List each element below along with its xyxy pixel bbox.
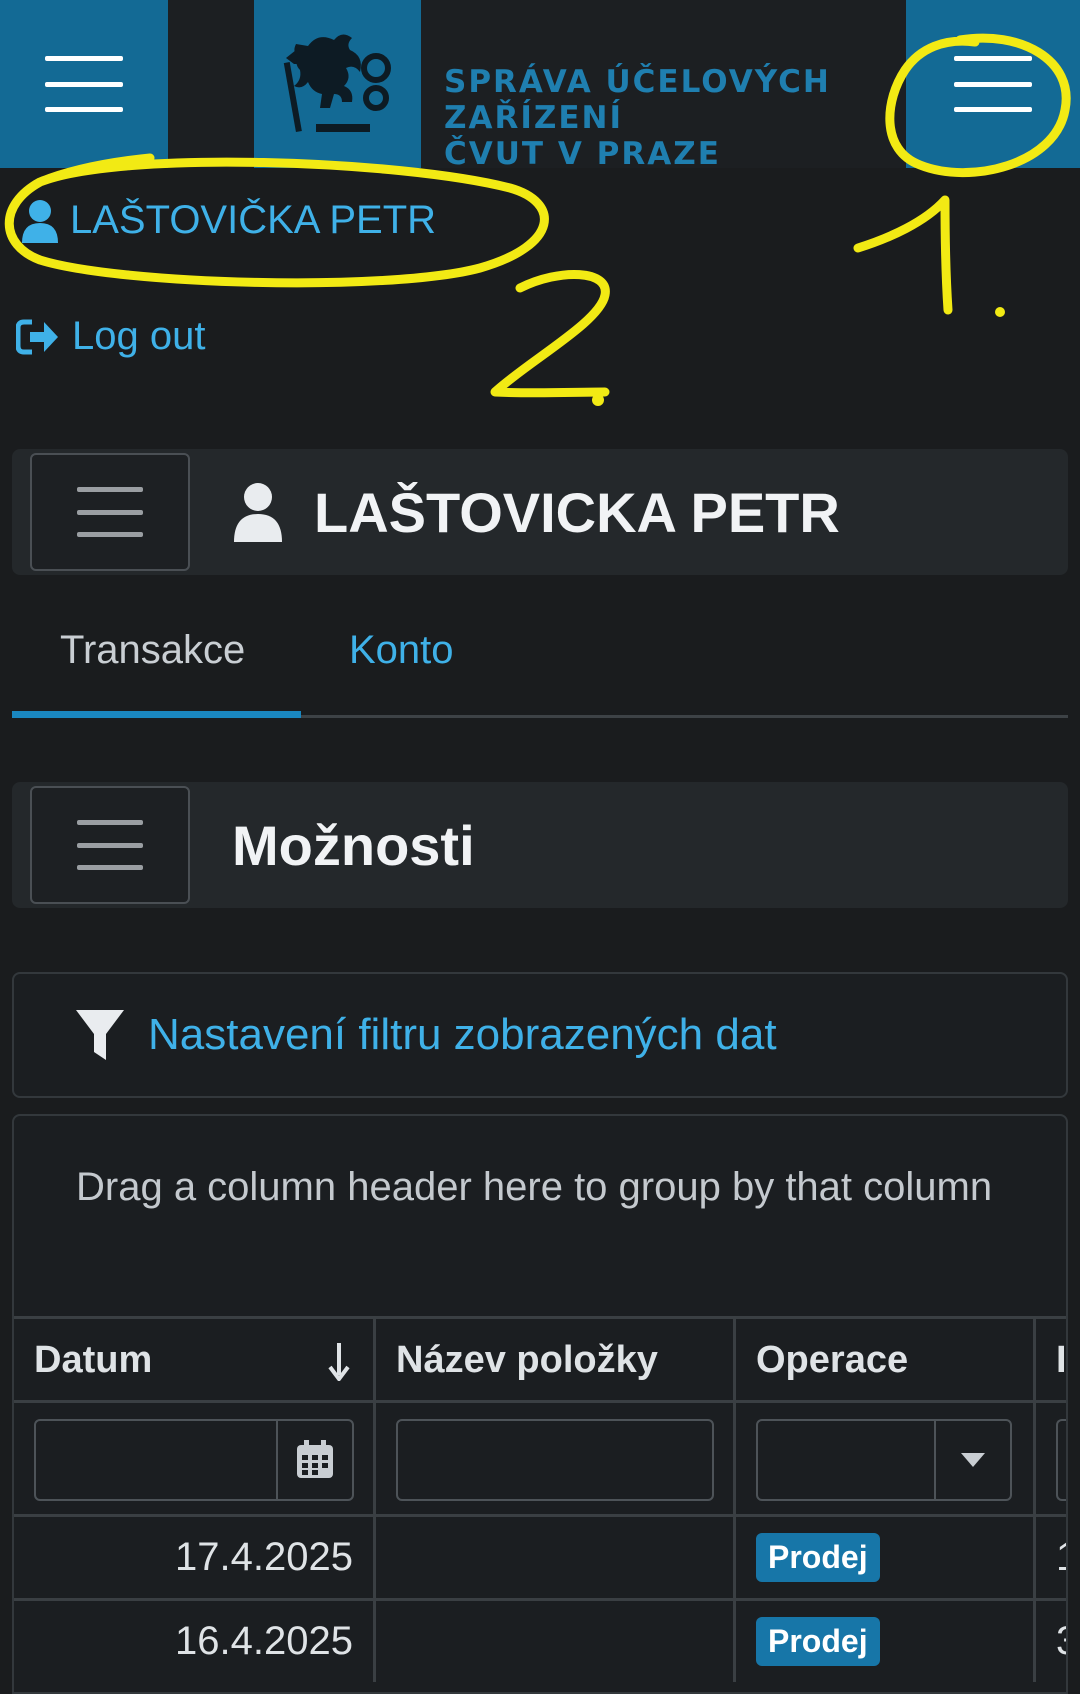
annotation-numeral-2 — [490, 269, 610, 398]
column-header-label: Operace — [756, 1339, 909, 1381]
options-panel-toggle[interactable] — [30, 786, 190, 904]
options-panel-title: Možnosti — [232, 782, 475, 908]
hamburger-icon — [77, 820, 143, 870]
logo-line-1: SPRÁVA ÚČELOVÝCH — [444, 64, 831, 100]
filter-label: Nastavení filtru zobrazených dat — [148, 1010, 777, 1059]
date-filter-input[interactable] — [34, 1419, 354, 1501]
calendar-icon — [297, 1440, 333, 1478]
filter-settings-box: Nastavení filtru zobrazených dat — [12, 972, 1068, 1098]
cell-item — [376, 1601, 736, 1682]
column-header-label: Datum — [34, 1339, 153, 1381]
lion-emblem-icon — [283, 34, 391, 133]
annotation-numeral-1 — [853, 195, 953, 315]
cell-cut: 3 — [1036, 1601, 1066, 1682]
profile-panel-toggle[interactable] — [30, 453, 190, 571]
hamburger-icon — [954, 56, 1032, 112]
right-menu-button[interactable] — [906, 0, 1080, 168]
logout-label: Log out — [72, 314, 206, 358]
hamburger-icon — [77, 487, 143, 537]
cell-date: 16.4.2025 — [14, 1601, 376, 1682]
university-logo[interactable] — [254, 0, 421, 168]
sign-out-icon — [16, 319, 58, 354]
column-header-nazev[interactable]: Název položky — [376, 1319, 736, 1400]
cut-filter-input[interactable] — [1056, 1419, 1066, 1501]
operation-filter-select[interactable] — [756, 1419, 1012, 1501]
cell-date: 17.4.2025 — [14, 1517, 376, 1598]
column-header-cut[interactable]: I — [1036, 1319, 1067, 1400]
calendar-button[interactable] — [276, 1421, 352, 1499]
filter-row — [14, 1400, 1066, 1514]
options-panel: Možnosti — [12, 782, 1068, 908]
cell-operation: Prodej — [736, 1517, 1036, 1598]
logout-link[interactable]: Log out — [16, 314, 205, 359]
active-tab-indicator — [12, 711, 301, 718]
filter-icon — [76, 1010, 124, 1060]
row-cut-value: 3 — [1056, 1619, 1066, 1664]
user-icon — [234, 483, 282, 542]
filter-cell-operace — [736, 1403, 1036, 1514]
top-header: SPRÁVA ÚČELOVÝCH ZAŘÍZENÍ ČVUT V PRAZE — [0, 0, 1080, 172]
operation-badge: Prodej — [756, 1533, 880, 1582]
header-row: Datum Název položky Operace I — [14, 1316, 1067, 1400]
tab-bar: Transakce Konto — [12, 600, 1068, 718]
annotation-dot-1 — [995, 307, 1005, 317]
user-name: LAŠTOVIČKA PETR — [70, 198, 437, 242]
logo-line-3: ČVUT V PRAZE — [444, 136, 721, 172]
cell-cut: 1 — [1036, 1517, 1066, 1598]
column-header-label: I — [1056, 1339, 1067, 1381]
filter-cell-datum — [14, 1403, 376, 1514]
logo-text[interactable]: SPRÁVA ÚČELOVÝCH ZAŘÍZENÍ ČVUT V PRAZE — [444, 64, 831, 172]
filter-settings-link[interactable]: Nastavení filtru zobrazených dat — [74, 974, 777, 1096]
sort-descending-icon[interactable] — [327, 1341, 351, 1381]
operation-badge: Prodej — [756, 1617, 880, 1666]
left-menu-button[interactable] — [0, 0, 168, 168]
profile-panel: LAŠTOVICKA PETR — [12, 449, 1068, 575]
row-date: 16.4.2025 — [175, 1619, 353, 1663]
row-cut-value: 1 — [1056, 1535, 1066, 1580]
table-row[interactable]: 17.4.2025 Prodej 1 — [14, 1514, 1066, 1598]
column-header-operace[interactable]: Operace — [736, 1319, 1036, 1400]
row-date: 17.4.2025 — [175, 1535, 353, 1579]
annotation-dot-2 — [592, 394, 604, 406]
profile-name: LAŠTOVICKA PETR — [314, 480, 840, 544]
filter-cell-nazev — [376, 1403, 736, 1514]
group-by-panel[interactable]: Drag a column header here to group by th… — [14, 1116, 1066, 1316]
item-name-filter-input[interactable] — [396, 1419, 714, 1501]
user-profile-link[interactable]: LAŠTOVIČKA PETR — [20, 198, 436, 243]
column-header-datum[interactable]: Datum — [14, 1319, 376, 1400]
options-title: Možnosti — [232, 813, 475, 877]
logo-line-2: ZAŘÍZENÍ — [444, 100, 624, 136]
cell-item — [376, 1517, 736, 1598]
user-icon — [22, 199, 58, 243]
table-row[interactable]: 16.4.2025 Prodej 3 — [14, 1598, 1066, 1682]
tab-konto[interactable]: Konto — [349, 628, 454, 673]
tab-transakce[interactable]: Transakce — [60, 628, 245, 673]
chevron-down-icon — [961, 1453, 985, 1467]
hamburger-icon — [45, 56, 123, 112]
transactions-grid: Drag a column header here to group by th… — [12, 1114, 1068, 1694]
dropdown-button[interactable] — [934, 1421, 1010, 1499]
column-header-label: Název položky — [396, 1339, 658, 1381]
profile-panel-title: LAŠTOVICKA PETR — [232, 449, 840, 575]
cell-operation: Prodej — [736, 1601, 1036, 1682]
filter-cell-cut — [1036, 1403, 1066, 1514]
